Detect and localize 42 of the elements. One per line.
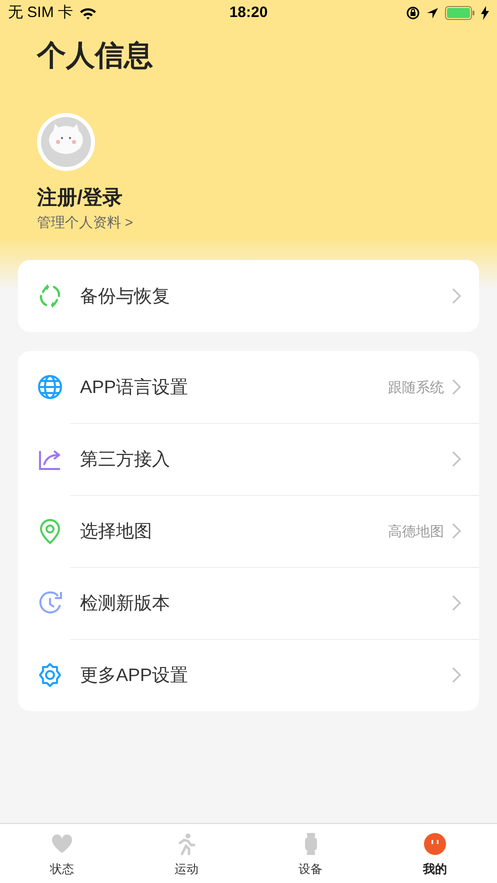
charging-icon [481,6,489,20]
rotation-lock-icon [406,6,420,20]
row-label: 第三方接入 [80,448,171,470]
login-link[interactable]: 注册/登录 [37,184,497,212]
row-label: 检测新版本 [80,592,171,614]
tab[interactable]: 状态 [0,824,124,883]
heart-icon [50,832,74,856]
avatar-icon[interactable] [36,112,96,172]
face-circle-icon [422,832,447,856]
row-value: 跟随系统 [388,378,444,396]
settings-row[interactable]: 选择地图 高德地图 [18,495,479,567]
settings-row[interactable]: 第三方接入 [18,423,479,495]
wifi-icon [79,6,98,20]
settings-row[interactable]: 更多APP设置 [18,639,479,711]
row-label: 更多APP设置 [80,664,190,686]
sync-icon [37,283,63,309]
manage-profile-link[interactable]: 管理个人资料 > [37,212,134,232]
battery-icon [445,6,475,20]
page-title: 个人信息 [37,39,154,74]
row-label: 选择地图 [80,520,153,542]
carrier-text: 无 SIM 卡 [8,2,74,23]
row-label: 备份与恢复 [80,284,171,308]
row-label: APP语言设置 [80,376,190,398]
clock-text: 18:20 [229,2,268,23]
chevron-icon [452,288,461,304]
location-arrow-icon [426,6,439,20]
map-pin-icon [37,518,63,544]
settings-row[interactable]: 备份与恢复 [18,260,479,332]
chevron-icon [452,523,461,539]
chevron-icon [452,379,461,395]
chevron-icon [452,451,461,467]
globe-icon [37,374,63,400]
settings-row[interactable]: 检测新版本 [18,567,479,639]
tab[interactable]: 运动 [124,824,248,883]
tab[interactable]: 设备 [248,824,373,883]
tab[interactable]: 我的 [372,824,497,883]
chevron-icon [452,667,461,683]
settings-row[interactable]: APP语言设置 跟随系统 [18,351,479,423]
settings-icon [37,662,63,688]
row-value: 高德地图 [388,522,444,540]
clock-refresh-icon [37,590,63,616]
chevron-icon [452,595,461,611]
